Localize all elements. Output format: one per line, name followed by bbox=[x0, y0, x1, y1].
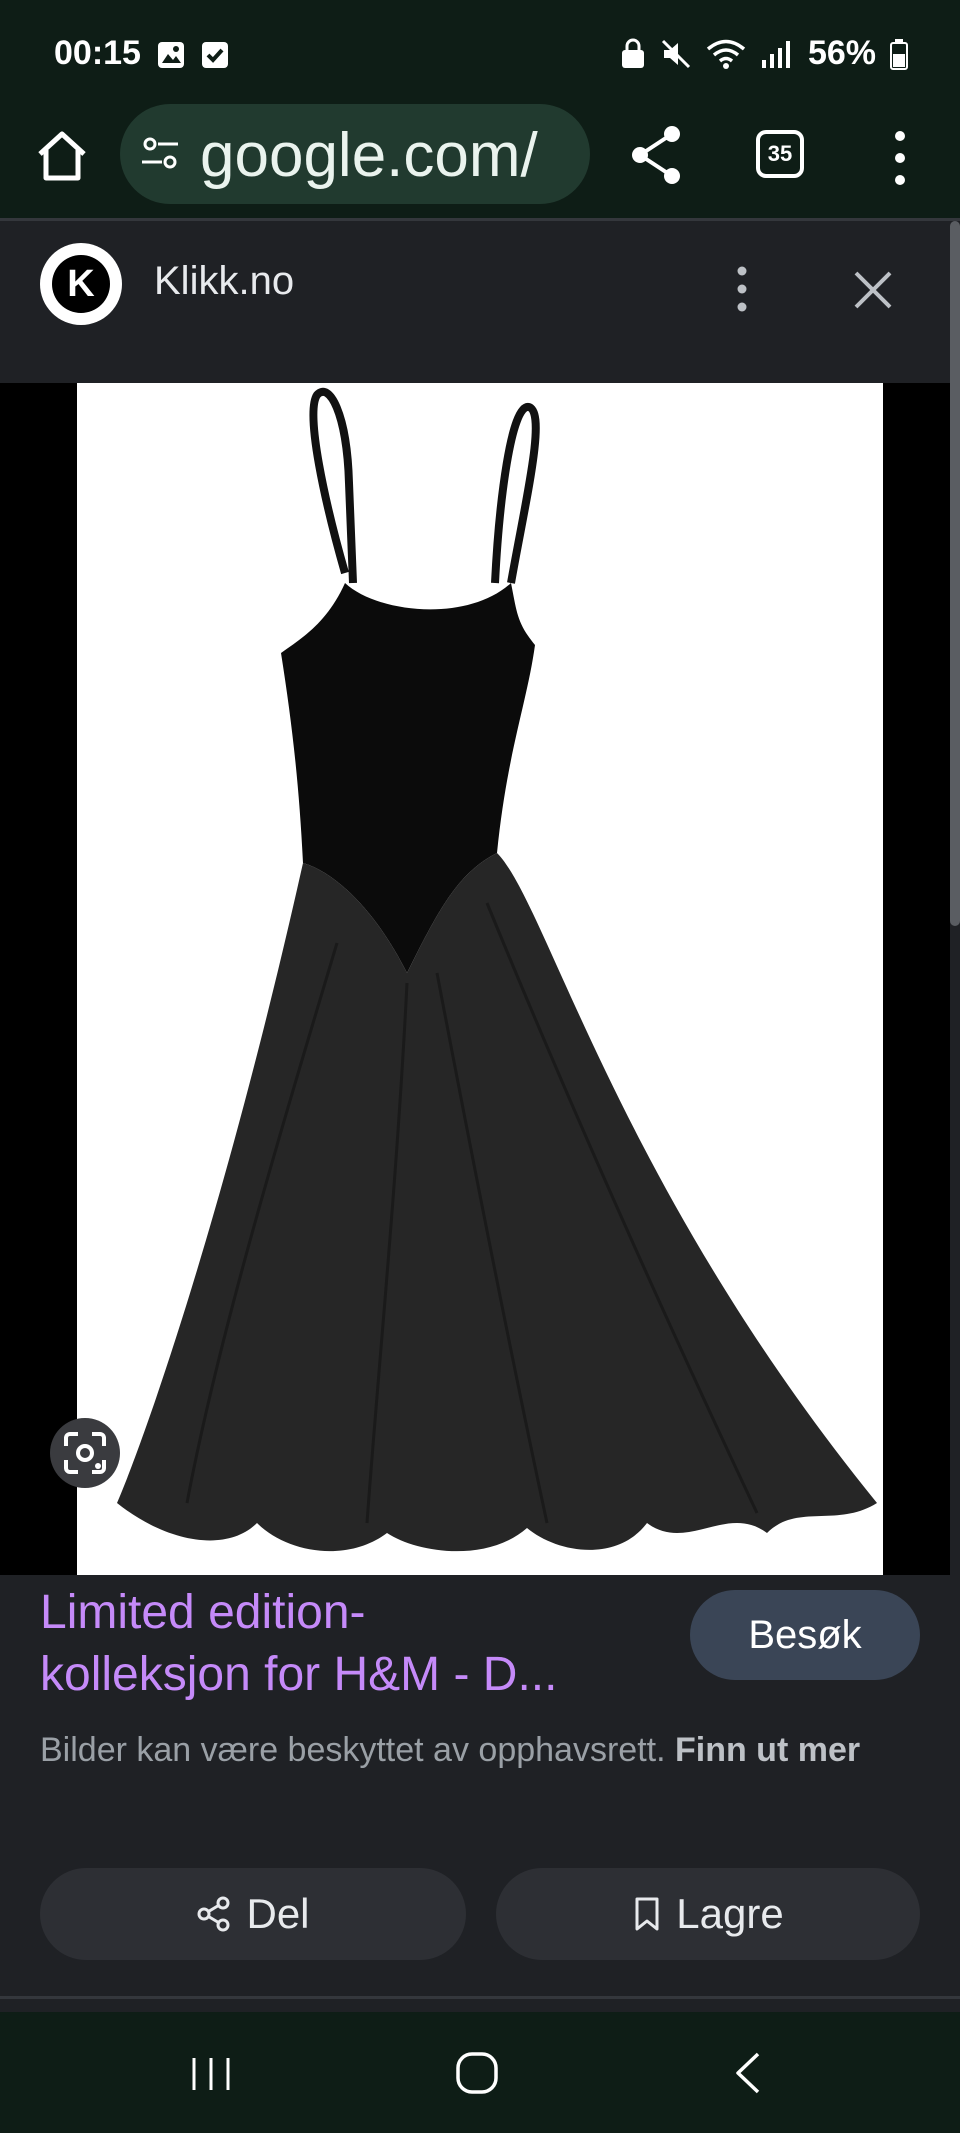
image-preview[interactable] bbox=[0, 383, 950, 1575]
nfc-lock-icon bbox=[621, 38, 644, 68]
close-icon[interactable] bbox=[848, 265, 898, 315]
checkbox-icon bbox=[202, 42, 228, 68]
home-nav-icon[interactable] bbox=[454, 2050, 500, 2096]
result-title-line2: kolleksjon for H&M - D... bbox=[40, 1648, 558, 1701]
system-nav-bar bbox=[0, 2012, 960, 2133]
lens-icon bbox=[64, 1432, 106, 1474]
save-label: Lagre bbox=[676, 1890, 784, 1937]
status-bar: 00:15 56% bbox=[0, 0, 960, 104]
status-time: 00:15 bbox=[54, 34, 141, 72]
product-image bbox=[77, 383, 883, 1575]
tab-switcher-button[interactable]: 35 bbox=[756, 130, 804, 178]
source-logo[interactable]: K bbox=[40, 243, 122, 325]
share-button[interactable]: Del bbox=[40, 1868, 466, 1960]
source-name[interactable]: Klikk.no bbox=[154, 259, 294, 304]
mute-icon bbox=[661, 39, 690, 68]
bookmark-icon bbox=[635, 1897, 659, 1931]
dress-illustration bbox=[117, 387, 877, 1552]
result-title-line1: Limited edition- bbox=[40, 1586, 366, 1639]
copyright-text: Bilder kan være beskyttet av opphavsrett… bbox=[40, 1731, 666, 1769]
share-label: Del bbox=[246, 1890, 310, 1937]
visit-button[interactable]: Besøk bbox=[690, 1590, 920, 1680]
recents-icon[interactable] bbox=[186, 2054, 236, 2094]
battery-icon bbox=[890, 38, 908, 70]
source-header: K Klikk.no bbox=[0, 221, 950, 383]
lens-search-button[interactable] bbox=[50, 1418, 120, 1488]
more-options-icon[interactable] bbox=[724, 263, 760, 315]
home-icon[interactable] bbox=[30, 124, 94, 188]
copyright-notice: Bilder kan være beskyttet av opphavsrett… bbox=[40, 1724, 920, 1776]
battery-percentage: 56% bbox=[807, 34, 876, 72]
tune-icon[interactable] bbox=[138, 132, 182, 176]
share-icon bbox=[197, 1896, 230, 1932]
scrollbar[interactable] bbox=[950, 221, 960, 926]
address-bar[interactable]: google.com/ bbox=[120, 104, 590, 204]
result-title-link[interactable]: Limited edition- kolleksjon for H&M - D.… bbox=[40, 1582, 660, 1706]
gallery-icon bbox=[158, 42, 184, 68]
learn-more-link[interactable]: Finn ut mer bbox=[675, 1731, 860, 1769]
source-logo-letter: K bbox=[52, 255, 110, 313]
share-icon[interactable] bbox=[624, 122, 690, 188]
back-icon[interactable] bbox=[730, 2050, 766, 2096]
browser-toolbar: google.com/ 35 bbox=[0, 104, 960, 220]
divider bbox=[0, 1996, 960, 1999]
save-button[interactable]: Lagre bbox=[496, 1868, 920, 1960]
more-vert-icon[interactable] bbox=[880, 126, 920, 190]
wifi-icon bbox=[706, 39, 746, 69]
url-text: google.com/ bbox=[200, 121, 538, 190]
signal-icon bbox=[761, 40, 790, 68]
